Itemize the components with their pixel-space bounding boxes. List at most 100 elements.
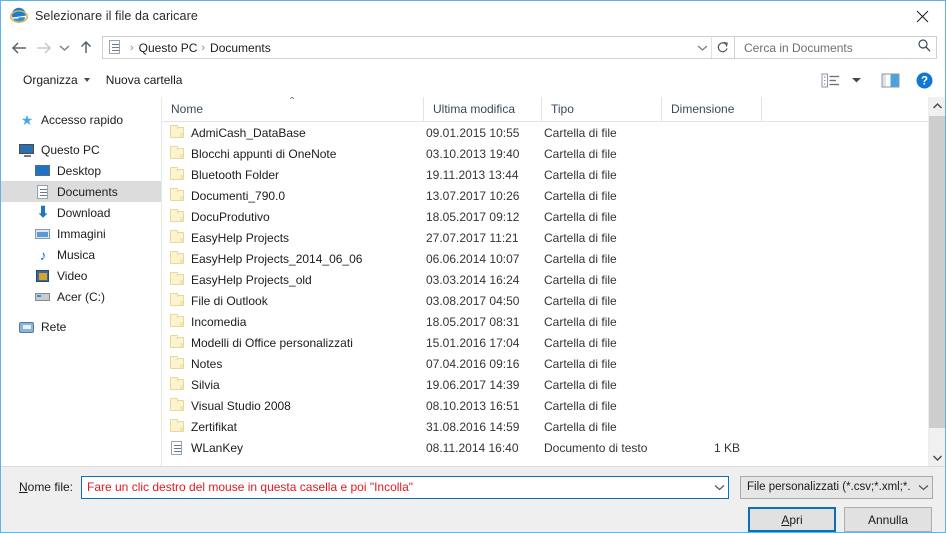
internet-explorer-icon	[10, 7, 28, 25]
new-folder-button[interactable]: Nuova cartella	[98, 69, 191, 91]
table-row[interactable]: Modelli di Office personalizzati 15.01.20…	[162, 332, 928, 353]
table-row[interactable]: EasyHelp Projects 27.07.2017 11:21 Cartell…	[162, 227, 928, 248]
cell-type: Cartella di file	[544, 293, 617, 308]
filename-combobox[interactable]	[81, 475, 729, 499]
up-button[interactable]	[74, 35, 98, 61]
hard-drive-icon	[35, 289, 51, 305]
open-label-rest: pri	[789, 512, 803, 527]
file-name: Notes	[191, 356, 223, 371]
navigation-sidebar[interactable]: ★ Accesso rapido Questo PC Desktop Docum…	[1, 97, 162, 466]
sidebar-item-questo-pc[interactable]: Questo PC	[1, 139, 161, 160]
cell-modified: 19.11.2013 13:44	[426, 167, 519, 182]
sidebar-item-documents[interactable]: Documents	[1, 181, 161, 202]
search-input[interactable]	[742, 39, 917, 56]
table-row[interactable]: AdmiCash_DataBase 09.01.2015 10:55 Cartell…	[162, 122, 928, 143]
cell-name: Documenti_790.0	[162, 187, 424, 204]
table-row[interactable]: Blocchi appunti di OneNote 03.10.2013 19:…	[162, 143, 928, 164]
cell-name: Visual Studio 2008	[162, 397, 424, 414]
table-row[interactable]: Silvia 19.06.2017 14:39 Cartella di file	[162, 374, 928, 395]
sidebar-item-download[interactable]: ⬇ Download	[1, 202, 161, 223]
preview-pane-icon[interactable]	[877, 68, 903, 92]
table-row[interactable]: WLanKey 08.11.2014 16:40 Documento di test…	[162, 437, 928, 458]
cell-modified: 03.03.2014 16:24	[426, 272, 520, 287]
footer-buttons: Apri Annulla	[13, 507, 933, 532]
file-name: DocuProdutivo	[191, 209, 270, 224]
filename-input[interactable]	[82, 480, 711, 494]
folder-icon	[169, 397, 185, 414]
column-header-nome[interactable]: Nome ⌃	[162, 96, 424, 122]
sidebar-item-acer-c[interactable]: Acer (C:)	[1, 286, 161, 307]
cell-type: Cartella di file	[544, 314, 617, 329]
sidebar-item-label: Desktop	[57, 163, 102, 178]
table-row[interactable]: Visual Studio 2008 08.10.2013 16:51 Cartel…	[162, 395, 928, 416]
column-header-dimensione[interactable]: Dimensione	[662, 96, 762, 122]
file-rows[interactable]: AdmiCash_DataBase 09.01.2015 10:55 Cartell…	[162, 122, 928, 466]
cell-type: Cartella di file	[544, 377, 617, 392]
table-row[interactable]: DocuProdutivo 18.05.2017 09:12 Cartella di…	[162, 206, 928, 227]
cell-type: Cartella di file	[544, 356, 617, 371]
sidebar-item-accesso-rapido[interactable]: ★ Accesso rapido	[1, 109, 161, 130]
sidebar-item-label: Questo PC	[41, 142, 100, 157]
column-header-tipo[interactable]: Tipo	[542, 96, 662, 122]
cell-modified: 08.11.2014 16:40	[426, 440, 519, 455]
table-row[interactable]: Bluetooth Folder 19.11.2013 13:44 Cartella…	[162, 164, 928, 185]
recent-locations-chevron-down-icon[interactable]	[55, 35, 74, 61]
sidebar-item-immagini[interactable]: Immagini	[1, 223, 161, 244]
back-button[interactable]	[7, 35, 31, 61]
search-icon[interactable]	[917, 38, 931, 57]
scrollbar-track[interactable]	[929, 114, 945, 449]
file-name: AdmiCash_DataBase	[191, 125, 306, 140]
cell-type: Cartella di file	[544, 272, 617, 287]
sidebar-item-desktop[interactable]: Desktop	[1, 160, 161, 181]
scroll-up-icon[interactable]	[929, 97, 945, 114]
filetype-combobox[interactable]: File personalizzati (*.csv;*.xml;*.	[740, 475, 933, 499]
cancel-button[interactable]: Annulla	[844, 507, 932, 532]
sort-ascending-icon: ⌃	[288, 96, 297, 107]
view-options-chevron-down-icon[interactable]	[843, 68, 869, 92]
folder-icon	[169, 250, 185, 267]
cell-name: DocuProdutivo	[162, 208, 424, 225]
filename-chevron-down-icon[interactable]	[711, 477, 728, 498]
dialog-footer: Nome file: File personalizzati (*.csv;*.…	[1, 466, 945, 532]
search-box[interactable]	[735, 36, 937, 59]
table-row[interactable]: Notes 07.04.2016 09:16 Cartella di file	[162, 353, 928, 374]
scroll-down-icon[interactable]	[929, 449, 945, 466]
music-note-icon: ♪	[39, 246, 47, 263]
sidebar-item-video[interactable]: Video	[1, 265, 161, 286]
scrollbar-thumb[interactable]	[929, 116, 945, 428]
pictures-icon	[35, 226, 51, 242]
close-icon[interactable]	[899, 1, 945, 31]
documents-folder-icon	[35, 184, 51, 200]
table-row[interactable]: EasyHelp Projects_old 03.03.2014 16:24 Car…	[162, 269, 928, 290]
folder-icon	[169, 145, 185, 162]
sidebar-item-musica[interactable]: ♪ Musica	[1, 244, 161, 265]
refresh-icon[interactable]	[711, 37, 732, 58]
sidebar-item-label: Download	[57, 205, 111, 220]
table-row[interactable]: Zertifikat 31.08.2016 14:59 Cartella di fi…	[162, 416, 928, 437]
breadcrumb-separator: ›	[130, 41, 134, 54]
forward-button[interactable]	[31, 35, 55, 61]
table-row[interactable]: EasyHelp Projects_2014_06_06 06.06.2014 1…	[162, 248, 928, 269]
column-header-ultima-modifica[interactable]: Ultima modifica	[424, 96, 542, 122]
organize-button[interactable]: Organizza	[15, 69, 98, 91]
sidebar-item-label: Rete	[41, 319, 67, 334]
sidebar-item-rete[interactable]: Rete	[1, 316, 161, 337]
table-row[interactable]: Incomedia 18.05.2017 08:31 Cartella di fil…	[162, 311, 928, 332]
vertical-scrollbar[interactable]	[928, 97, 945, 466]
file-name: File di Outlook	[191, 293, 268, 308]
breadcrumb-item-questo-pc[interactable]: Questo PC	[139, 41, 198, 55]
address-dropdown-chevron-down-icon[interactable]	[693, 37, 711, 58]
cell-modified: 18.05.2017 08:31	[426, 314, 520, 329]
cell-type: Cartella di file	[544, 398, 617, 413]
table-row[interactable]: Documenti_790.0 13.07.2017 10:26 Cartella …	[162, 185, 928, 206]
breadcrumb[interactable]: › Questo PC › Documents	[102, 36, 735, 59]
folder-icon	[169, 313, 185, 330]
table-row[interactable]: File di Outlook 03.08.2017 04:50 Cartella …	[162, 290, 928, 311]
breadcrumb-item-documents[interactable]: Documents	[210, 41, 271, 55]
filetype-chevron-down-icon[interactable]	[915, 477, 932, 498]
help-icon[interactable]: ?	[911, 68, 937, 92]
open-button[interactable]: Apri	[748, 507, 836, 532]
file-name: Silvia	[191, 377, 220, 392]
view-options-icon[interactable]	[817, 68, 843, 92]
